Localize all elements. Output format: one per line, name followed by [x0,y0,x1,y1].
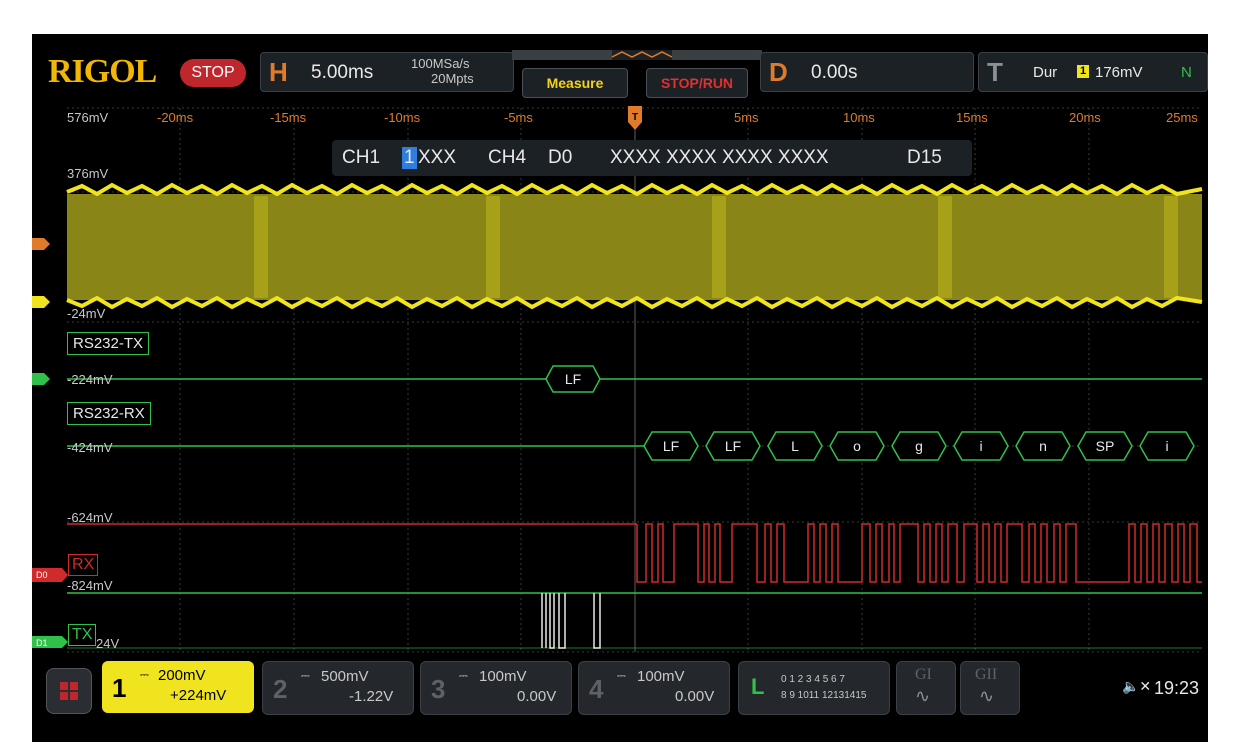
time-tick: 25ms [1166,110,1198,125]
bus-label-tx[interactable]: RS232-TX [67,332,150,355]
voltage-label: -424mV [67,440,113,455]
system-clock: 19:23 [1154,678,1200,698]
channel-4-scale: 100mV [637,668,685,685]
voltage-label: 24V [96,636,120,651]
voltage-label: -224mV [67,372,113,387]
dc-coupling-icon: ⎓ [301,670,310,682]
voltage-label: -24mV [67,306,106,321]
channel-4-offset: 0.00V [675,688,715,705]
channel-3-panel[interactable]: 3 ⎓ 100mV 0.00V [420,661,572,715]
digital-rx-label[interactable]: RX [68,554,99,576]
channel-3-scale: 100mV [479,668,527,685]
channel-2-scale: 500mV [321,668,369,685]
generator-1-label: GI [915,666,932,683]
time-tick: -5ms [504,110,533,125]
oscilloscope-screen: RIGOL STOP H 5.00ms 100MSa/s 20Mpts Meas… [32,34,1208,742]
logic-analyzer-panel[interactable]: L 0 1 2 3 4 5 6 7 8 9 1011 12131415 [738,661,890,715]
time-tick: -15ms [270,110,307,125]
menu-icon [60,682,78,700]
speaker-mute-icon[interactable]: 🔈✕ [1122,678,1151,695]
tx-frame-lf: LF [545,365,601,393]
time-tick: 10ms [843,110,875,125]
rx-frame: LF [725,438,741,454]
time-tick: 5ms [734,110,759,125]
time-tick: -10ms [384,110,421,125]
pattern-ch1-highlight: 1 [402,147,417,169]
voltage-label: 576mV [67,110,109,125]
logic-channels-row1: 0 1 2 3 4 5 6 7 [781,674,845,685]
rx-frame: SP [1096,438,1115,454]
rx-frame: LF [663,438,679,454]
dc-coupling-icon: ⎓ [140,669,149,681]
rx-frame: g [915,438,923,454]
pattern-ch1-label: CH1 [342,147,381,168]
pattern-d15-label: D15 [907,147,942,168]
sine-wave-icon: ∿ [915,686,931,706]
voltage-label: 376mV [67,166,109,181]
channel-2-panel[interactable]: 2 ⎓ 500mV -1.22V [262,661,414,715]
d1-marker-label: D1 [36,638,48,648]
channel-4-number: 4 [589,674,604,704]
channel-2-offset: -1.22V [349,688,394,705]
pattern-info-bar[interactable]: CH1 1 XXX CH4 D0 XXXX XXXX XXXX XXXX D15 [332,140,972,176]
menu-button[interactable] [46,668,92,714]
time-tick: 15ms [956,110,988,125]
sine-wave-icon: ∿ [979,686,995,706]
rx-frame: o [853,438,861,454]
voltage-label: -624mV [67,510,113,525]
channel-4-panel[interactable]: 4 ⎓ 100mV 0.00V [578,661,730,715]
bus-label-rx[interactable]: RS232-RX [67,402,151,425]
time-tick: -20ms [157,110,194,125]
channel-2-number: 2 [273,674,288,704]
rx-frame: L [791,438,799,454]
rx-frame: n [1039,438,1047,454]
voltage-label: -824mV [67,578,113,593]
pattern-ch4-label: CH4 [488,147,527,168]
rx-frame: i [1165,438,1168,454]
generator-2-panel[interactable]: GII ∿ [960,661,1020,715]
channel-1-number: 1 [112,673,127,703]
svg-text:T: T [632,112,638,123]
logic-channels-row2: 8 9 1011 12131415 [781,690,867,701]
generator-1-panel[interactable]: GI ∿ [896,661,956,715]
dc-coupling-icon: ⎓ [459,670,468,682]
rx-frames: LF LF L o g i n SP i [643,431,1195,461]
channel-1-offset: +224mV [170,687,227,704]
pattern-digital-value: XXXX XXXX XXXX XXXX [610,147,829,168]
channel-3-offset: 0.00V [517,688,557,705]
rx-frame: i [979,438,982,454]
pattern-d0-label: D0 [548,147,573,168]
channel-1-scale: 200mV [158,667,206,684]
digital-tx-label[interactable]: TX [68,624,97,646]
channel-3-number: 3 [431,674,446,704]
logic-analyzer-letter: L [751,674,765,699]
channel-1-panel[interactable]: 1 200mV +224mV ⎓ [102,661,254,713]
pattern-ch1-value: XXX [418,147,457,168]
dc-coupling-icon: ⎓ [617,670,626,682]
svg-text:LF: LF [565,371,581,387]
time-tick: 20ms [1069,110,1101,125]
d0-marker-label: D0 [36,570,48,580]
generator-2-label: GII [975,666,998,683]
